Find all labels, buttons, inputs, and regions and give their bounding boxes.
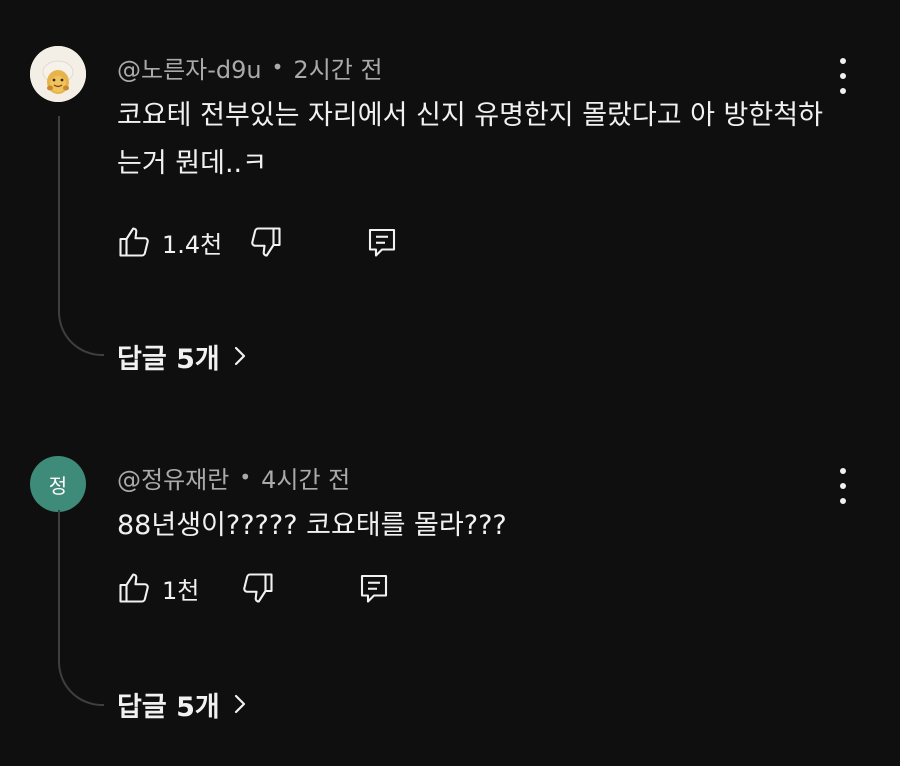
like-count: 1천 <box>162 576 200 605</box>
comment-actions: 1.4천 <box>114 222 402 262</box>
more-vertical-icon <box>840 58 846 64</box>
replies-label: 답글 5개 <box>117 343 220 375</box>
chevron-right-icon <box>232 692 248 716</box>
separator-dot: • <box>271 55 284 79</box>
reply-button[interactable] <box>354 568 394 608</box>
thumb-down-icon <box>243 573 273 603</box>
avatar[interactable]: 정 <box>30 456 86 512</box>
comment: @노른자-d9u • 2시간 전 코요테 전부있는 자리에서 신지 유명한지 몰… <box>0 0 900 400</box>
comment-reply-icon <box>368 228 396 257</box>
reply-button[interactable] <box>362 222 402 262</box>
like-button[interactable] <box>114 568 154 608</box>
comment-text: 88년생이????? 코요태를 몰라??? <box>117 510 507 541</box>
thread-line <box>58 116 104 356</box>
egg-character-avatar-icon <box>30 46 86 102</box>
comment-reply-icon <box>360 574 388 603</box>
dislike-button[interactable] <box>238 568 278 608</box>
separator-dot: • <box>239 465 252 489</box>
view-replies-button[interactable]: 답글 5개 <box>117 684 248 724</box>
comment: 정 @정유재란 • 4시간 전 88년생이????? 코요태를 몰라??? 1천 <box>0 410 900 766</box>
avatar-letter: 정 <box>48 473 68 498</box>
chevron-right-icon <box>232 344 248 368</box>
comment-actions: 1천 <box>114 568 394 608</box>
comment-meta: @정유재란 • 4시간 전 <box>117 460 350 494</box>
thread-line <box>58 510 104 706</box>
more-dot <box>840 483 846 489</box>
thumb-down-icon <box>251 227 281 257</box>
replies-label: 답글 5개 <box>117 691 220 723</box>
author-name[interactable]: @정유재란 <box>117 460 229 495</box>
timestamp: 4시간 전 <box>261 465 351 494</box>
more-vertical-icon <box>840 468 846 474</box>
comment-meta: @노른자-d9u • 2시간 전 <box>117 50 383 84</box>
view-replies-button[interactable]: 답글 5개 <box>117 336 248 376</box>
like-button[interactable] <box>114 222 154 262</box>
avatar[interactable] <box>30 46 86 102</box>
comment-text: 코요테 전부있는 자리에서 신지 유명한지 몰랐다고 아 방한척하는거 뭔데..… <box>117 100 823 179</box>
timestamp: 2시간 전 <box>293 55 383 84</box>
dislike-button[interactable] <box>246 222 286 262</box>
more-dot <box>840 88 846 94</box>
thumb-up-icon <box>119 573 149 603</box>
like-count: 1.4천 <box>162 230 223 259</box>
author-name[interactable]: @노른자-d9u <box>117 50 262 85</box>
more-dot <box>840 498 846 504</box>
more-options-button[interactable] <box>826 58 860 94</box>
thumb-up-icon <box>119 227 149 257</box>
more-dot <box>840 73 846 79</box>
more-options-button[interactable] <box>826 468 860 504</box>
